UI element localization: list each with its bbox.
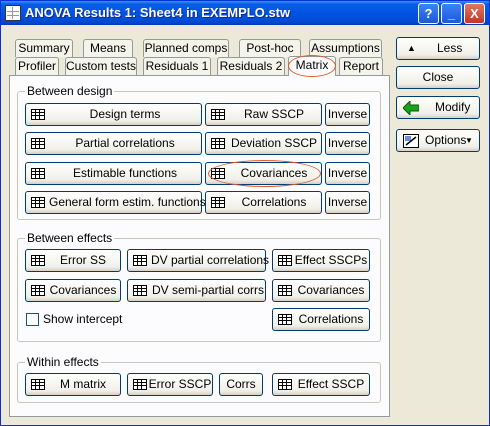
tab-residuals-2[interactable]: Residuals 2 <box>217 57 285 75</box>
grid-icon <box>31 285 45 296</box>
dv-partial-correlations-button[interactable]: DV partial correlations <box>127 249 269 272</box>
collapse-arrow-icon: ▲ <box>407 43 416 53</box>
grid-icon <box>211 168 225 179</box>
grid-icon <box>278 379 292 390</box>
tab-assumptions[interactable]: Assumptions <box>309 39 382 57</box>
correlations-button[interactable]: Correlations <box>205 191 322 214</box>
within-effect-sscp-button[interactable]: Effect SSCP <box>272 373 370 396</box>
design-terms-button[interactable]: Design terms <box>25 103 202 126</box>
tab-report[interactable]: Report <box>339 57 383 75</box>
tab-post-hoc[interactable]: Post-hoc <box>239 39 301 57</box>
tab-residuals-1[interactable]: Residuals 1 <box>143 57 211 75</box>
show-intercept-checkbox[interactable] <box>26 313 39 326</box>
effect-sscps-button[interactable]: Effect SSCPs <box>272 249 370 272</box>
grid-icon <box>31 138 45 149</box>
effects-correlations-button[interactable]: Correlations <box>272 308 370 331</box>
anova-results-window: ANOVA Results 1: Sheet4 in EXEMPLO.stw ?… <box>0 0 490 426</box>
effects-covariances-button[interactable]: Covariances <box>25 279 121 302</box>
inverse-covariances-button[interactable]: Inverse <box>325 162 370 185</box>
within-effects-label: Within effects <box>25 355 101 369</box>
help-button[interactable]: ? <box>418 3 439 24</box>
between-design-label: Between design <box>25 84 115 98</box>
deviation-sscp-button[interactable]: Deviation SSCP <box>205 132 322 155</box>
grid-icon <box>211 109 225 120</box>
inverse-correlations-button[interactable]: Inverse <box>325 191 370 214</box>
partial-correlations-button[interactable]: Partial correlations <box>25 132 202 155</box>
raw-sscp-button[interactable]: Raw SSCP <box>205 103 322 126</box>
effects-covariances-2-button[interactable]: Covariances <box>272 279 370 302</box>
grid-icon <box>31 197 45 208</box>
grid-icon <box>133 379 147 390</box>
tab-profiler[interactable]: Profiler <box>15 57 59 75</box>
grid-icon <box>133 255 147 266</box>
grid-icon <box>31 379 45 390</box>
tab-matrix[interactable]: Matrix <box>288 56 336 76</box>
less-button[interactable]: ▲ Less <box>396 37 480 60</box>
dropdown-arrow-icon: ▼ <box>465 136 473 145</box>
estimable-functions-button[interactable]: Estimable functions <box>25 162 202 185</box>
options-button[interactable]: Options ▼ <box>396 129 480 152</box>
tab-summary[interactable]: Summary <box>15 39 73 57</box>
covariances-button[interactable]: Covariances <box>205 162 322 185</box>
modify-arrow-icon <box>403 101 419 115</box>
error-sscp-button[interactable]: Error SSCP <box>127 373 213 396</box>
inverse-deviation-sscp-button[interactable]: Inverse <box>325 132 370 155</box>
grid-icon <box>211 197 225 208</box>
grid-icon <box>211 138 225 149</box>
error-ss-button[interactable]: Error SS <box>25 249 121 272</box>
grid-icon <box>133 285 147 296</box>
minimize-button[interactable]: _ <box>441 3 462 24</box>
close-window-button[interactable]: X <box>464 3 485 24</box>
grid-icon <box>278 285 292 296</box>
close-button[interactable]: Close <box>396 66 480 89</box>
between-effects-label: Between effects <box>25 231 115 245</box>
grid-icon <box>31 255 45 266</box>
title-bar[interactable]: ANOVA Results 1: Sheet4 in EXEMPLO.stw ?… <box>1 1 489 25</box>
show-intercept-label: Show intercept <box>43 312 123 326</box>
inverse-raw-sscp-button[interactable]: Inverse <box>325 103 370 126</box>
modify-button[interactable]: Modify <box>396 96 480 119</box>
tab-means[interactable]: Means <box>83 39 133 57</box>
grid-icon <box>31 109 45 120</box>
grid-icon <box>31 168 45 179</box>
window-title: ANOVA Results 1: Sheet4 in EXEMPLO.stw <box>25 5 291 20</box>
tab-planned-comps[interactable]: Planned comps <box>143 39 229 57</box>
general-form-button[interactable]: General form estim. functions <box>25 191 206 214</box>
grid-icon <box>278 255 292 266</box>
corrs-button[interactable]: Corrs <box>219 373 263 396</box>
dv-semi-partial-corrs-button[interactable]: DV semi-partial corrs <box>127 279 266 302</box>
tab-custom-tests[interactable]: Custom tests <box>65 57 137 75</box>
grid-icon <box>278 314 292 325</box>
options-icon <box>403 134 419 148</box>
m-matrix-button[interactable]: M matrix <box>25 373 121 396</box>
app-icon[interactable] <box>5 5 21 21</box>
